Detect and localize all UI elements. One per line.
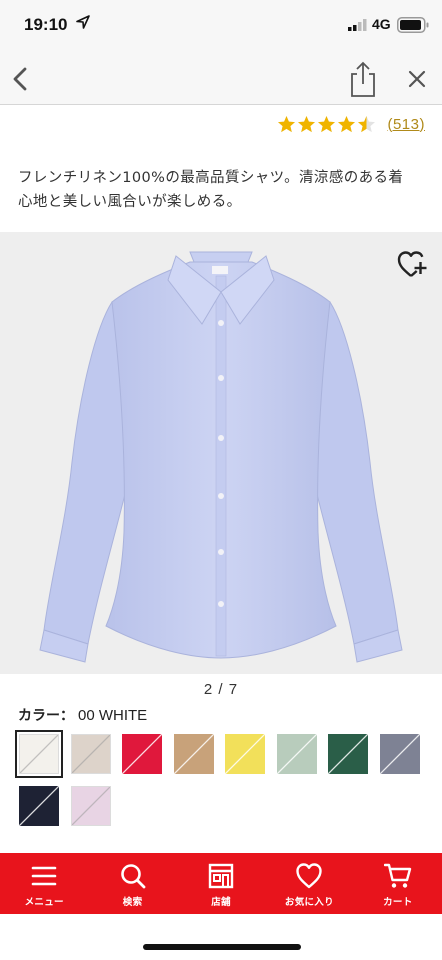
color-swatch-red[interactable] [122,734,162,774]
tab-cart[interactable]: カート [354,853,442,914]
share-icon[interactable] [346,60,380,98]
bottom-tab-bar: メニュー 検索 店舗 お気に入り カート [0,853,442,914]
color-swatch-gray-chambray[interactable] [379,734,420,774]
product-image [39,251,403,663]
color-swatch-green[interactable] [328,734,368,774]
description-line-1: フレンチリネン100%の最高品質シャツ。清涼感のある着 [18,170,404,186]
tab-store[interactable]: 店舗 [177,853,265,914]
color-swatch-lavender[interactable] [70,786,111,826]
status-time: 19:10 [24,15,68,34]
status-bar: 19:10 4G [0,0,442,54]
tab-menu[interactable]: メニュー [0,853,88,914]
product-image-gallery[interactable] [0,232,442,674]
battery-icon [397,17,429,33]
review-count-link[interactable]: (513) [387,116,425,133]
browser-nav-bar [0,54,442,105]
search-icon [120,864,146,889]
product-description: フレンチリネン100%の最高品質シャツ。清涼感のある着 心地と美しい風合いが楽し… [18,166,428,214]
color-swatch-sage[interactable] [276,734,317,774]
network-type: 4G [372,16,391,32]
tab-cart-label: カート [383,897,413,908]
tab-search[interactable]: 検索 [88,853,176,914]
star-icon [278,115,296,132]
store-icon [208,863,234,889]
image-pager: 2 / 7 [203,681,239,698]
product-rating: (513) [277,113,425,135]
home-indicator[interactable] [143,944,301,950]
star-icon [358,115,376,132]
selected-color-value: 00 WHITE [78,707,148,724]
description-line-2: 心地と美しい風合いが楽しめる。 [18,194,242,210]
color-swatch-tan[interactable] [173,734,214,774]
color-swatch-yellow[interactable] [225,734,265,774]
color-swatch-white[interactable] [15,730,63,778]
tab-search-label: 検索 [122,897,143,908]
tab-store-label: 店舗 [211,897,231,908]
cart-icon [383,863,412,888]
star-icon [338,115,356,132]
color-label: カラー： 00 WHITE [18,705,147,725]
menu-icon [31,866,57,886]
color-swatch-navy[interactable] [19,786,59,826]
tab-favorites[interactable]: お気に入り [265,853,353,914]
star-icon [318,115,336,132]
tab-menu-label: メニュー [24,897,64,908]
close-icon[interactable] [404,66,430,92]
color-swatch-beige[interactable] [70,734,111,774]
color-label-title: カラー： [18,708,74,724]
signal-bars-icon [348,19,367,31]
heart-plus-icon[interactable] [396,249,428,279]
home-indicator-area [0,914,442,960]
heart-icon [296,863,323,889]
rating-stars [277,115,376,134]
star-icon [298,115,316,132]
tab-favorites-label: お気に入り [284,897,334,908]
back-chevron-icon[interactable] [6,64,36,94]
location-arrow-icon [76,15,90,29]
